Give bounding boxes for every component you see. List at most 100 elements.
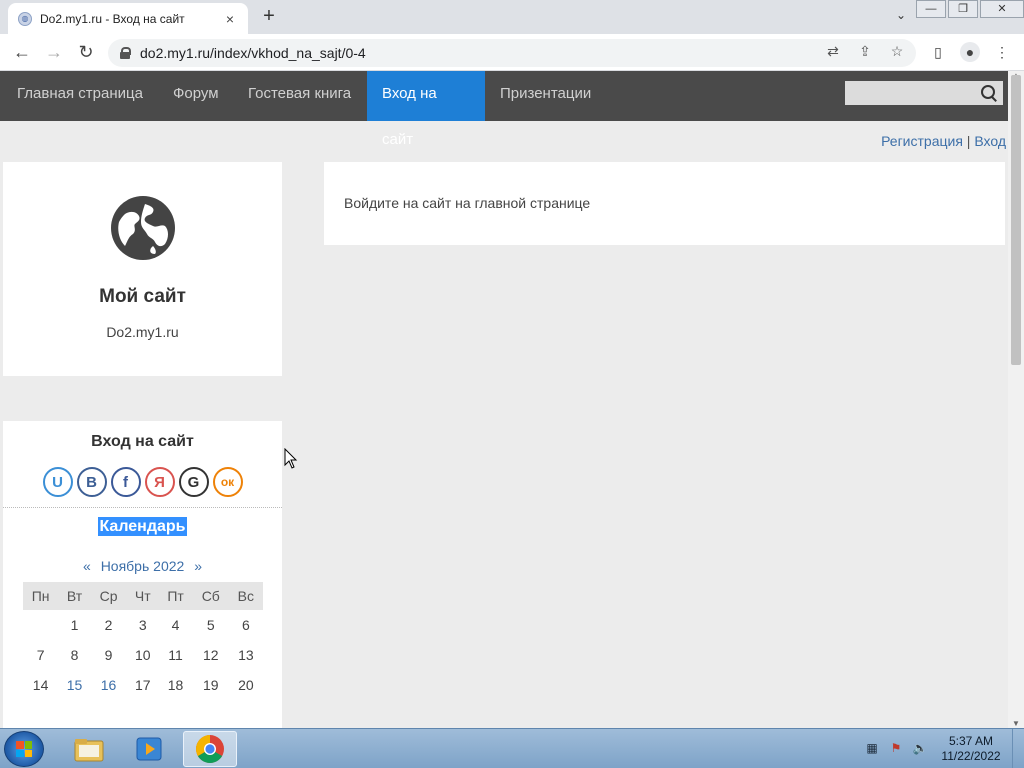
main-content: Войдите на сайт на главной странице	[324, 162, 1005, 245]
yandex-login-icon[interactable]: Я	[144, 467, 175, 497]
start-button[interactable]	[4, 731, 44, 767]
divider	[3, 507, 282, 508]
volume-icon[interactable]: 🔈	[912, 741, 928, 757]
nav-item-presentations[interactable]: Призентации	[485, 71, 606, 121]
calendar-day: 5	[206, 617, 215, 633]
calendar-day: 4	[171, 617, 180, 633]
windows-logo-icon	[16, 741, 32, 757]
weekday: Ср	[90, 582, 127, 610]
chrome-taskbar-button[interactable]	[183, 731, 237, 767]
profile-icon[interactable]: ●	[960, 42, 980, 62]
scrollbar-thumb[interactable]	[1011, 75, 1021, 365]
share-icon[interactable]: ⇪	[856, 43, 874, 60]
network-icon[interactable]: ▦	[864, 741, 880, 757]
calendar-day: 13	[238, 647, 254, 663]
login-link[interactable]: Вход	[974, 133, 1006, 149]
browser-menu-icon[interactable]: ⋮	[992, 42, 1012, 62]
calendar-day: 6	[241, 617, 250, 633]
calendar-day: 17	[134, 677, 151, 693]
calendar-week-row: 7 8 9 10 11 12 13	[23, 640, 263, 670]
site-domain: Do2.my1.ru	[106, 324, 179, 340]
calendar-day: 3	[138, 617, 147, 633]
close-window-button[interactable]: ✕	[980, 0, 1024, 18]
odnoklassniki-login-icon[interactable]: ок	[212, 467, 243, 497]
calendar-day: 10	[134, 647, 151, 663]
url-text[interactable]: do2.my1.ru/index/vkhod_na_sajt/0-4	[140, 45, 366, 61]
weekday: Пт	[158, 582, 193, 610]
scroll-down-icon[interactable]: ▼	[1012, 719, 1020, 728]
explorer-taskbar-button[interactable]	[62, 731, 116, 767]
calendar-day	[23, 610, 59, 640]
address-bar[interactable]: do2.my1.ru/index/vkhod_na_sajt/0-4	[108, 39, 916, 67]
calendar-day-link[interactable]: 15	[59, 670, 91, 700]
calendar-month-link[interactable]: Ноябрь 2022	[101, 558, 185, 574]
calendar-day: 19	[202, 677, 219, 693]
media-player-icon	[136, 737, 162, 761]
ucoz-login-icon[interactable]: U	[42, 467, 73, 497]
calendar-nav: « Ноябрь 2022 »	[3, 558, 282, 574]
media-player-taskbar-button[interactable]	[122, 731, 176, 767]
nav-item-guestbook[interactable]: Гостевая книга	[233, 71, 366, 121]
calendar-prev-link[interactable]: «	[83, 558, 91, 574]
google-login-icon[interactable]: G	[178, 467, 209, 497]
nav-item-login[interactable]: Вход на сайт	[367, 71, 485, 148]
calendar-day: 18	[167, 677, 184, 693]
page-viewport: Главная страница Форум Гостевая книга Вх…	[0, 71, 1008, 728]
vk-login-icon[interactable]: В	[76, 467, 107, 497]
nav-item-forum[interactable]: Форум	[158, 71, 234, 121]
calendar-day: 1	[70, 617, 79, 633]
forward-button[interactable]: →	[42, 41, 66, 65]
reload-button[interactable]: ↻	[74, 41, 98, 65]
clock-date: 11/22/2022	[941, 749, 1001, 763]
calendar-day: 20	[238, 677, 254, 693]
bookmark-star-icon[interactable]: ☆	[888, 43, 906, 60]
lock-icon[interactable]	[120, 47, 131, 59]
calendar-day: 11	[168, 647, 183, 663]
login-title: Вход на сайт	[91, 433, 194, 450]
chrome-icon	[196, 735, 224, 763]
system-tray: ▦ ⚑ 🔈 5:37 AM 11/22/2022	[864, 729, 1024, 768]
weekday: Пн	[22, 582, 59, 610]
calendar-day: 2	[104, 617, 113, 633]
close-tab-icon[interactable]: ×	[222, 11, 238, 27]
user-links-separator: |	[966, 133, 971, 149]
back-button[interactable]: ←	[10, 41, 34, 65]
folder-icon	[74, 739, 104, 762]
calendar-day: 7	[36, 647, 45, 663]
weekday: Сб	[192, 582, 230, 610]
tab-search-button[interactable]: ⌄	[896, 8, 906, 22]
facebook-login-icon[interactable]: f	[110, 467, 141, 497]
search-icon[interactable]	[981, 85, 997, 101]
window-controls: — ❐ ✕	[914, 0, 1024, 20]
page-scrollbar[interactable]: ▲ ▼	[1008, 71, 1024, 728]
minimize-button[interactable]: —	[916, 0, 946, 18]
site-search-input[interactable]	[845, 81, 1003, 105]
calendar-next-link[interactable]: »	[194, 558, 202, 574]
new-tab-button[interactable]: +	[258, 6, 280, 28]
restore-button[interactable]: ❐	[948, 0, 978, 18]
register-link[interactable]: Регистрация	[881, 133, 963, 149]
login-panel: Вход на сайт U В f Я G ок Календарь « Но…	[3, 421, 282, 728]
globe-icon: ◍	[18, 11, 32, 26]
calendar-day: 12	[202, 647, 219, 663]
browser-toolbar: ← → ↻ do2.my1.ru/index/vkhod_na_sajt/0-4…	[0, 34, 1024, 71]
weekday: Вт	[58, 582, 91, 610]
nav-item-home[interactable]: Главная страница	[2, 71, 158, 121]
system-clock[interactable]: 5:37 AM 11/22/2022	[936, 734, 1006, 764]
calendar-day-link[interactable]: 16	[90, 670, 126, 700]
calendar-week-row: 14 15 16 17 18 19 20	[23, 670, 263, 700]
windows-taskbar: ▦ ⚑ 🔈 5:37 AM 11/22/2022	[0, 728, 1024, 768]
calendar-day: 8	[70, 647, 79, 663]
globe-icon	[110, 196, 175, 260]
side-panel-icon[interactable]: ▯	[928, 42, 948, 62]
action-center-icon[interactable]: ⚑	[888, 741, 904, 757]
calendar-title: Календарь	[98, 517, 187, 536]
calendar-day: 14	[32, 677, 49, 693]
mouse-cursor-icon	[284, 448, 298, 469]
site-navigation: Главная страница Форум Гостевая книга Вх…	[0, 71, 1008, 148]
browser-tab[interactable]: ◍ Do2.my1.ru - Вход на сайт ×	[8, 3, 248, 34]
show-desktop-button[interactable]	[1012, 729, 1024, 768]
translate-icon[interactable]: ⇄	[824, 43, 842, 60]
calendar-day: 9	[104, 647, 113, 663]
calendar-table: Пн Вт Ср Чт Пт Сб Вс 1 2 3 4 5 6 7 8 9 1…	[22, 582, 263, 700]
